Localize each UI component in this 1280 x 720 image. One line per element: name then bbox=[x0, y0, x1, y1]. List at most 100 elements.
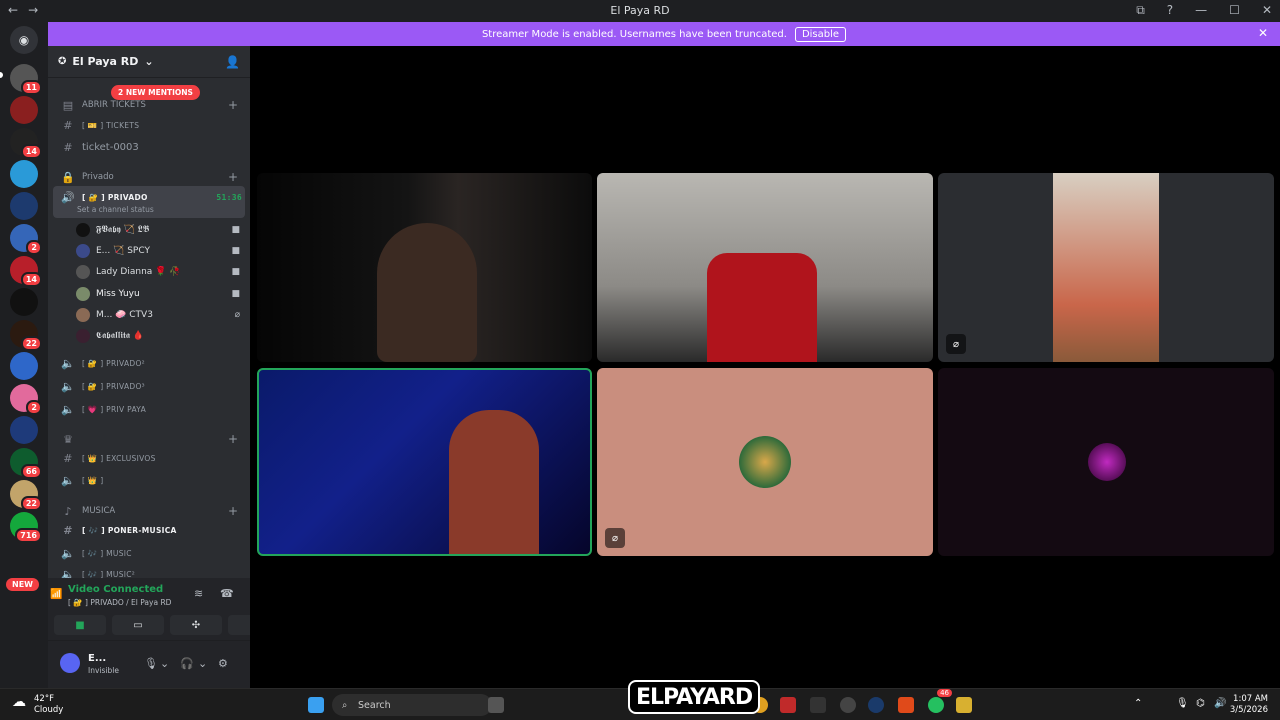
server-icon[interactable] bbox=[10, 416, 38, 444]
channel-tickets[interactable]: # [ 🎫 ] TICKETS bbox=[48, 115, 250, 135]
video-tile-speaking[interactable] bbox=[257, 368, 592, 556]
voice-user[interactable]: 𝕮𝖆𝖇𝖆𝖑𝖑𝖎𝖙𝖆 🩸 bbox=[76, 326, 246, 346]
server-icon[interactable]: 2 bbox=[10, 224, 42, 255]
category-tickets[interactable]: ▤ ABRIR TICKETS + bbox=[48, 95, 250, 115]
add-channel-icon[interactable]: + bbox=[228, 504, 238, 518]
channel-crown-voice[interactable]: 🔈 [ 👑 ] bbox=[48, 470, 250, 490]
channel-privado-active[interactable]: 🔊 [ 🔐 ] PRIVADO 51:36 bbox=[48, 187, 250, 207]
category-label: Privado bbox=[82, 172, 114, 182]
video-tile[interactable] bbox=[257, 173, 592, 362]
noise-suppression-icon[interactable]: ≋ bbox=[194, 587, 203, 600]
channel-status[interactable]: Set a channel status bbox=[77, 205, 154, 214]
weather-widget[interactable]: ☁ 42°F Cloudy bbox=[12, 694, 63, 716]
server-icon[interactable] bbox=[10, 160, 38, 188]
camera-icon: ■ bbox=[231, 246, 240, 256]
server-icon[interactable]: 22 bbox=[10, 320, 42, 351]
voice-user[interactable]: Miss Yuyu ■ bbox=[76, 284, 246, 304]
avatar[interactable] bbox=[60, 653, 80, 673]
add-channel-icon[interactable]: + bbox=[228, 432, 238, 446]
title-bar: ← → El Paya RD ⧉ ? — ☐ ✕ bbox=[0, 0, 1280, 22]
server-icon[interactable]: 66 bbox=[10, 448, 42, 479]
video-tile[interactable] bbox=[938, 368, 1274, 556]
app-icon[interactable] bbox=[810, 697, 826, 713]
disconnect-icon[interactable]: ☎ bbox=[220, 587, 234, 600]
steam-icon[interactable] bbox=[868, 697, 884, 713]
maximize-button[interactable]: ☐ bbox=[1229, 3, 1240, 18]
user-name: 𝕮𝖆𝖇𝖆𝖑𝖑𝖎𝖙𝖆 🩸 bbox=[96, 331, 145, 341]
server-badge-icon: ✪ bbox=[58, 56, 67, 67]
server-icon[interactable]: 11 bbox=[10, 64, 42, 95]
server-icon[interactable]: 716 bbox=[10, 512, 42, 543]
wifi-icon[interactable]: ⌬ bbox=[1196, 698, 1205, 709]
channel-label: [ 🎶 ] PONER-MUSICA bbox=[82, 525, 177, 535]
voice-user[interactable]: 𝕱𝖁𝖆𝖇𝖞 🏹 𝕷𝕭 ■ bbox=[76, 220, 246, 240]
channel-privado3[interactable]: 🔈 [ 🔐 ] PRIVADO³ bbox=[48, 376, 250, 396]
voice-timer: 51:36 bbox=[216, 192, 242, 202]
whatsapp-icon[interactable]: 46 bbox=[928, 689, 952, 713]
disable-button[interactable]: Disable bbox=[794, 26, 847, 42]
channel-label: [ 🎫 ] TICKETS bbox=[82, 120, 140, 130]
category-crown[interactable]: ♛ + bbox=[48, 429, 250, 449]
chevron-down-icon[interactable]: ⌄ bbox=[198, 657, 207, 670]
date: 3/5/2026 bbox=[1229, 705, 1268, 715]
screen-share-button[interactable]: ▭ bbox=[112, 615, 164, 635]
camera-icon: ■ bbox=[231, 225, 240, 235]
add-member-icon[interactable]: 👤 bbox=[225, 55, 240, 69]
channel-poner-musica[interactable]: # [ 🎶 ] PONER-MUSICA bbox=[48, 520, 250, 540]
video-tile[interactable]: ⌀ bbox=[938, 173, 1274, 362]
voice-status[interactable]: Video Connected bbox=[68, 584, 163, 595]
server-icon[interactable] bbox=[10, 96, 38, 124]
mention-badge: 66 bbox=[20, 464, 42, 479]
signal-icon: 📶 bbox=[50, 589, 63, 600]
discord-home-icon[interactable]: ◉ bbox=[10, 26, 38, 54]
server-icon[interactable]: 2 bbox=[10, 384, 42, 415]
task-view-icon[interactable] bbox=[488, 697, 504, 713]
app-icon[interactable] bbox=[840, 697, 856, 713]
video-tile[interactable]: ⌀ bbox=[597, 368, 933, 556]
voice-user[interactable]: E... 🏹 SPCY ■ bbox=[76, 241, 246, 261]
inbox-icon[interactable]: ⧉ bbox=[1136, 3, 1145, 18]
help-icon[interactable]: ? bbox=[1167, 3, 1173, 18]
speaker-icon: 🔈 bbox=[61, 356, 75, 370]
volume-icon[interactable]: 🔊 bbox=[1214, 698, 1226, 709]
server-icon[interactable] bbox=[10, 288, 38, 316]
headphones-icon[interactable]: 🎧 bbox=[180, 657, 194, 670]
server-icon[interactable]: 14 bbox=[10, 128, 42, 159]
minimize-button[interactable]: — bbox=[1195, 3, 1207, 18]
close-icon[interactable]: ✕ bbox=[1258, 26, 1268, 40]
category-privado[interactable]: 🔒 Privado + bbox=[48, 167, 250, 187]
channel-ticket-0003[interactable]: # ticket-0003 bbox=[48, 137, 250, 157]
app-icon[interactable] bbox=[780, 697, 796, 713]
voice-location[interactable]: [ 🔐 ] PRIVADO / El Paya RD bbox=[68, 598, 171, 607]
server-icon[interactable] bbox=[10, 352, 38, 380]
activities-button[interactable]: ✣ bbox=[170, 615, 222, 635]
video-tile[interactable] bbox=[597, 173, 933, 362]
microphone-icon[interactable]: 🎙 bbox=[1176, 698, 1189, 709]
new-badge[interactable]: NEW bbox=[6, 578, 39, 591]
guild-header[interactable]: ✪ El Paya RD ⌄ 👤 bbox=[48, 46, 250, 78]
channel-privado2[interactable]: 🔈 [ 🔐 ] PRIVADO² bbox=[48, 353, 250, 373]
gear-icon[interactable]: ⚙ bbox=[218, 657, 228, 670]
brave-icon[interactable] bbox=[898, 697, 914, 713]
windows-start-icon[interactable] bbox=[308, 697, 324, 713]
server-icon[interactable]: 14 bbox=[10, 256, 42, 287]
search-box[interactable]: ⌕ Search bbox=[332, 694, 492, 716]
tray-chevron-icon[interactable]: ⌃ bbox=[1134, 698, 1142, 709]
category-musica[interactable]: ♪ MUSICA + bbox=[48, 501, 250, 521]
add-channel-icon[interactable]: + bbox=[228, 170, 238, 184]
microphone-icon[interactable]: 🎙 bbox=[144, 657, 158, 670]
voice-user[interactable]: M... 🧼 CTV3 ⌀ bbox=[76, 305, 246, 325]
channel-priv-paya[interactable]: 🔈 [ 💗 ] PRIV PAYA bbox=[48, 399, 250, 419]
voice-user[interactable]: Lady Dianna 🌹 🥀 ■ bbox=[76, 262, 246, 282]
camera-button[interactable]: ■ bbox=[54, 615, 106, 635]
chevron-down-icon[interactable]: ⌄ bbox=[160, 657, 169, 670]
app-icon[interactable] bbox=[956, 697, 972, 713]
server-icon[interactable]: 22 bbox=[10, 480, 42, 511]
server-icon[interactable] bbox=[10, 192, 38, 220]
system-clock[interactable]: 1:07 AM 3/5/2026 bbox=[1230, 694, 1268, 716]
channel-exclusivos[interactable]: # [ 👑 ] EXCLUSIVOS bbox=[48, 448, 250, 468]
speaker-icon: 🔊 bbox=[61, 190, 75, 204]
close-button[interactable]: ✕ bbox=[1262, 3, 1272, 18]
add-channel-icon[interactable]: + bbox=[228, 98, 238, 112]
channel-music[interactable]: 🔈 [ 🎶 ] MUSIC bbox=[48, 543, 250, 563]
